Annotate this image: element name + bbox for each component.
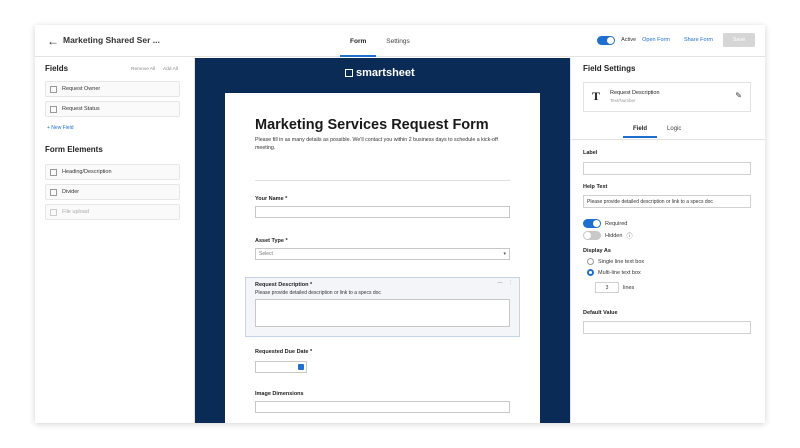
element-item[interactable]: Heading/Description [45, 164, 180, 180]
field-label: Request Status [62, 106, 100, 112]
default-value-label: Default Value [583, 310, 618, 316]
field-item[interactable]: Request Owner [45, 81, 180, 97]
form-builder-window: ← Marketing Shared Ser ... Form Settings… [35, 25, 765, 423]
calendar-icon[interactable] [298, 364, 304, 370]
form-canvas: smartsheet Marketing Services Request Fo… [195, 58, 570, 423]
tab-logic[interactable]: Logic [657, 120, 691, 138]
your-name-input[interactable] [255, 206, 510, 218]
tab-settings[interactable]: Settings [376, 25, 420, 57]
active-toggle[interactable] [597, 35, 616, 45]
selected-field-name: Request Description [610, 90, 660, 96]
request-description-textarea[interactable] [255, 299, 510, 327]
lines-row: 3 lines [595, 282, 634, 293]
top-actions: Active Open Form Share Form Save [597, 33, 755, 47]
field-icon [50, 106, 57, 113]
required-row: Required [583, 219, 627, 228]
field-settings-heading: Field Settings [583, 64, 636, 73]
fields-heading: Fields [45, 64, 69, 73]
help-text-label: Help Text [583, 184, 608, 190]
upload-icon [50, 209, 57, 216]
field-settings-panel: Field Settings T Request Description Tex… [570, 58, 765, 423]
active-label: Active [621, 37, 637, 43]
field-item[interactable]: Request Status [45, 101, 180, 117]
info-icon[interactable]: ⓘ [626, 231, 632, 240]
hidden-label: Hidden [605, 232, 623, 239]
hidden-toggle[interactable] [583, 231, 601, 240]
tab-field[interactable]: Field [623, 120, 658, 138]
selected-field-type: Text/Number [610, 98, 636, 103]
help-text-input[interactable]: Please provide detailed description or l… [583, 195, 751, 208]
element-item[interactable]: Divider [45, 184, 180, 200]
form-paper: Marketing Services Request Form Please f… [225, 93, 540, 423]
top-bar: ← Marketing Shared Ser ... Form Settings… [35, 25, 765, 57]
image-dimensions-input[interactable] [255, 401, 510, 413]
form-elements-heading: Form Elements [45, 145, 103, 154]
element-label: Divider [62, 189, 80, 195]
required-label: Required [605, 220, 628, 227]
field-label: Request Owner [62, 86, 101, 92]
request-description-label: Request Description * [255, 282, 313, 288]
asset-type-label: Asset Type * [255, 238, 288, 244]
logo-text: smartsheet [356, 67, 415, 79]
settings-tabs: Field Logic [623, 120, 691, 138]
image-dimensions-label: Image Dimensions [255, 391, 304, 397]
label-label: Label [583, 150, 598, 156]
lines-stepper[interactable]: 3 [595, 282, 619, 293]
label-input[interactable] [583, 162, 751, 175]
multi-line-label: Multi-line text box [598, 269, 641, 276]
tab-form[interactable]: Form [340, 25, 377, 57]
builder-tabs: Form Settings [340, 25, 420, 57]
field-tools-icon[interactable]: — ⋮ [498, 280, 515, 286]
required-toggle[interactable] [583, 219, 601, 228]
text-type-icon: T [592, 89, 601, 103]
element-label: Heading/Description [62, 169, 112, 175]
heading-icon [50, 169, 57, 176]
asset-type-value: Select [259, 251, 273, 257]
default-value-input[interactable] [583, 321, 751, 334]
remove-all-link[interactable]: Remove All [131, 67, 155, 72]
asset-type-select[interactable]: Select ▾ [255, 248, 510, 260]
divider-icon [50, 189, 57, 196]
open-form-link[interactable]: Open Form [642, 37, 670, 43]
your-name-label: Your Name * [255, 196, 288, 202]
lines-label: lines [623, 284, 635, 291]
single-line-option: Single line text box [587, 258, 644, 265]
multi-line-radio[interactable] [587, 269, 594, 276]
sheet-title: Marketing Shared Ser ... [63, 35, 160, 45]
tabs-divider [571, 139, 765, 140]
element-item: File upload [45, 204, 180, 220]
single-line-radio[interactable] [587, 258, 594, 265]
add-all-link[interactable]: Add All [163, 67, 178, 72]
share-form-link[interactable]: Share Form [684, 37, 713, 43]
fields-panel: Fields Remove All Add All Request Owner … [35, 58, 195, 423]
chevron-down-icon: ▾ [503, 251, 506, 257]
form-title[interactable]: Marketing Services Request Form [255, 117, 489, 133]
single-line-label: Single line text box [598, 258, 645, 265]
field-icon [50, 86, 57, 93]
display-as-label: Display As [583, 248, 611, 254]
due-date-label: Requested Due Date * [255, 349, 313, 355]
smartsheet-icon [345, 69, 353, 77]
form-divider [255, 180, 510, 181]
pencil-icon[interactable]: ✎ [735, 91, 742, 100]
smartsheet-logo: smartsheet [345, 67, 415, 79]
multi-line-option: Multi-line text box [587, 269, 641, 276]
element-label: File upload [62, 209, 89, 215]
form-description[interactable]: Please fill in as many details as possib… [255, 136, 515, 152]
selected-field-card: T Request Description Text/Number ✎ [583, 82, 751, 112]
save-button[interactable]: Save [723, 33, 755, 47]
hidden-row: Hidden ⓘ [583, 231, 632, 240]
new-field-link[interactable]: + New Field [47, 125, 74, 131]
due-date-input[interactable] [255, 361, 307, 373]
request-description-help: Please provide detailed description or l… [255, 290, 381, 296]
arrow-left-icon[interactable]: ← [47, 34, 59, 48]
